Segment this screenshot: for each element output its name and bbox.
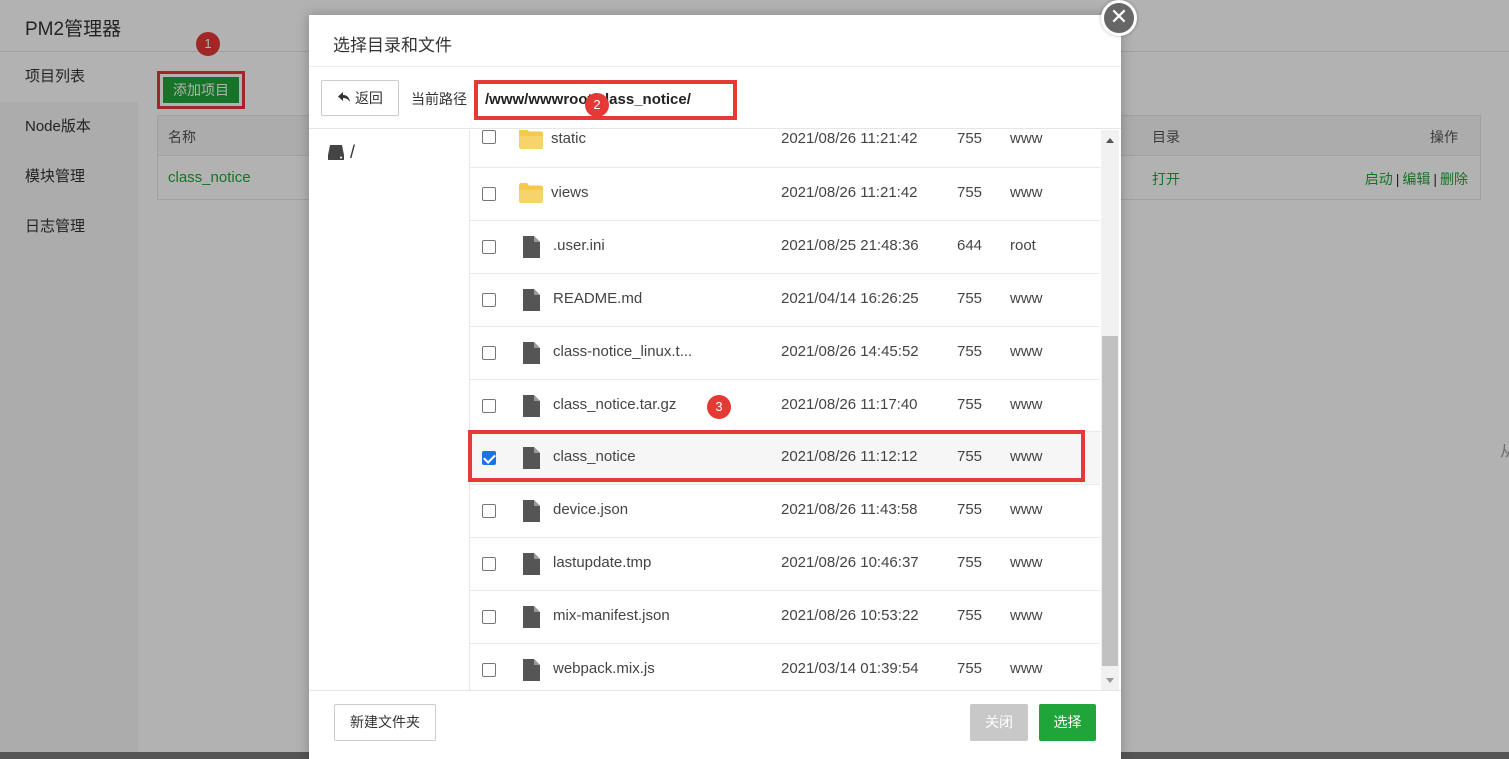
back-arrow-icon (337, 90, 355, 106)
row-checkbox[interactable] (482, 610, 496, 625)
file-permission: 755 (957, 289, 983, 307)
file-name[interactable]: README.md (553, 290, 642, 307)
file-owner: www (1010, 607, 1043, 625)
file-name[interactable]: views (551, 184, 589, 201)
file-permission: 755 (957, 501, 983, 519)
back-label: 返回 (354, 90, 383, 106)
file-owner: www (1010, 554, 1043, 572)
file-date: 2021/08/26 10:46:37 (781, 554, 919, 572)
row-checkbox[interactable] (482, 239, 496, 254)
disk-icon (327, 142, 350, 162)
file-date: 2021/08/26 11:43:58 (781, 501, 918, 519)
file-list-scrollbar[interactable] (1101, 130, 1119, 690)
dialog-title: 选择目录和文件 (333, 36, 452, 55)
step-badge-3: 3 (707, 395, 731, 419)
file-name[interactable]: mix-manifest.json (553, 607, 670, 624)
scroll-up-arrow[interactable] (1106, 138, 1114, 143)
file-owner: www (1010, 501, 1043, 519)
file-picker-dialog: 选择目录和文件 返回 当前路径 /www/wwwroot/class_notic… (309, 15, 1121, 759)
row-checkbox[interactable] (482, 292, 496, 307)
new-folder-button[interactable]: 新建文件夹 (334, 704, 436, 741)
file-permission: 755 (957, 660, 983, 678)
file-row[interactable]: lastupdate.tmp 2021/08/26 10:46:37 755 www (470, 538, 1100, 592)
folder-row[interactable]: static 2021/08/26 11:21:42 755 www (470, 130, 1100, 168)
file-row[interactable]: README.md 2021/04/14 16:26:25 755 www (470, 274, 1100, 327)
file-row[interactable]: mix-manifest.json 2021/08/26 10:53:22 755 w… (470, 591, 1100, 645)
file-date: 2021/08/26 11:21:42 (781, 184, 918, 201)
file-icon (521, 341, 547, 365)
file-owner: www (1010, 184, 1043, 201)
file-owner: www (1010, 289, 1043, 307)
directory-tree: / (309, 130, 470, 690)
file-row[interactable]: class_notice.tar.gz 2021/08/26 11:17:40 75… (470, 380, 1100, 433)
row-checkbox[interactable] (482, 187, 496, 201)
path-bar: 返回 当前路径 /www/wwwroot/class_notice/ 2 (309, 67, 1121, 129)
file-date: 2021/08/26 14:45:52 (781, 342, 919, 360)
root-disk[interactable]: / (327, 142, 355, 163)
file-date: 2021/03/14 01:39:54 (781, 660, 919, 678)
file-permission: 755 (957, 130, 983, 147)
folder-row[interactable]: views 2021/08/26 11:21:42 755 www (470, 168, 1100, 221)
file-name[interactable]: lastupdate.tmp (553, 554, 651, 571)
file-date: 2021/08/26 11:17:40 (781, 395, 918, 413)
file-name[interactable]: .user.ini (553, 237, 605, 254)
file-row[interactable]: webpack.mix.js 2021/03/14 01:39:54 755 www (470, 644, 1100, 690)
file-name[interactable]: class_notice.tar.gz (553, 396, 676, 413)
dialog-footer: 新建文件夹 关闭 选择 (309, 690, 1121, 759)
close-icon[interactable]: ✕ (1101, 0, 1137, 36)
file-row[interactable]: .user.ini 2021/08/25 21:48:36 644 root (470, 221, 1100, 274)
file-owner: www (1010, 660, 1043, 678)
file-permission: 755 (957, 342, 983, 360)
step-badge-2: 2 (585, 93, 609, 117)
root-label: / (350, 142, 356, 162)
selected-row-highlight (468, 430, 1085, 482)
file-permission: 755 (957, 554, 983, 572)
dialog-header: 选择目录和文件 (309, 15, 1121, 67)
file-date: 2021/08/26 11:21:42 (781, 130, 918, 147)
row-checkbox[interactable] (482, 504, 496, 519)
file-owner: www (1010, 342, 1043, 360)
file-icon (521, 394, 547, 418)
folder-icon (518, 130, 544, 152)
file-name[interactable]: class-notice_linux.t... (553, 343, 692, 360)
file-owner: root (1010, 236, 1036, 254)
file-permission: 644 (957, 236, 983, 254)
file-name[interactable]: device.json (553, 501, 628, 518)
back-button[interactable]: 返回 (321, 80, 399, 116)
file-owner: www (1010, 395, 1043, 413)
file-owner: www (1010, 130, 1043, 147)
file-permission: 755 (957, 607, 983, 625)
row-checkbox[interactable] (482, 130, 496, 144)
file-row[interactable]: device.json 2021/08/26 11:43:58 755 www (470, 485, 1100, 539)
file-icon (521, 288, 547, 312)
row-checkbox[interactable] (482, 557, 496, 572)
file-icon (521, 605, 547, 629)
file-name[interactable]: webpack.mix.js (553, 660, 655, 677)
row-checkbox[interactable] (482, 398, 496, 413)
file-name[interactable]: static (551, 130, 586, 147)
file-icon (521, 235, 547, 259)
file-icon (521, 552, 547, 576)
file-row[interactable]: class-notice_linux.t... 2021/08/26 14:45:… (470, 327, 1100, 380)
select-button[interactable]: 选择 (1039, 704, 1096, 741)
file-icon (521, 499, 547, 523)
file-list: static 2021/08/26 11:21:42 755 www views 2021… (470, 130, 1100, 690)
row-checkbox[interactable] (482, 345, 496, 360)
file-date: 2021/08/25 21:48:36 (781, 236, 919, 254)
folder-icon (518, 182, 544, 206)
file-date: 2021/08/26 10:53:22 (781, 607, 919, 625)
scroll-thumb[interactable] (1102, 336, 1118, 666)
current-path-label: 当前路径 (411, 91, 467, 107)
file-permission: 755 (957, 395, 983, 413)
file-icon (521, 658, 547, 682)
row-checkbox[interactable] (482, 663, 496, 678)
scroll-down-arrow[interactable] (1106, 678, 1114, 683)
file-permission: 755 (957, 184, 983, 201)
file-date: 2021/04/14 16:26:25 (781, 289, 919, 307)
close-dialog-button[interactable]: 关闭 (970, 704, 1028, 741)
